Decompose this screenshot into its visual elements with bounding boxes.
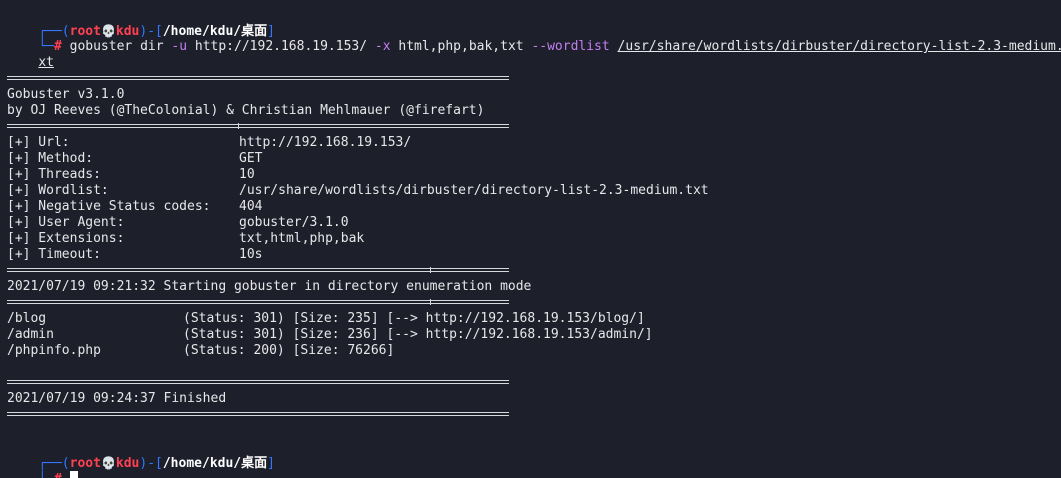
cmd-wordlist-path-wrap: xt [38, 55, 54, 70]
cmd-url: http://192.168.19.153/ [187, 39, 375, 54]
banner-authors: by OJ Reeves (@TheColonial) & Christian … [7, 103, 485, 118]
config-key: [+] Wordlist: [7, 183, 109, 198]
cmd-sub: dir [132, 39, 172, 54]
separator-tick [430, 267, 431, 273]
cmd-flag-u: -u [171, 39, 188, 54]
result-row: /blog (Status: 301) [Size: 235] [--> http… [7, 311, 645, 327]
config-value: GET [239, 151, 263, 166]
separator-rule [7, 76, 509, 80]
prompt-line-top: ┌──(root💀kdu)-[/home/kdu/桌面] [7, 7, 275, 39]
separator-rule [7, 299, 509, 305]
config-row: [+] Extensions: txt,html,php,bak [7, 231, 364, 247]
cmd-flag-x: -x [374, 39, 391, 54]
cmd-space [610, 39, 618, 54]
config-row: [+] Timeout: 10s [7, 247, 262, 263]
prompt-mid: )-[ [139, 456, 163, 471]
prompt-corner-bottom: └─ [38, 472, 54, 478]
separator-rule [7, 380, 509, 384]
config-key: [+] Url: [7, 135, 70, 150]
separator-tick [238, 123, 239, 129]
config-key: [+] Method: [7, 151, 94, 166]
prompt-host: kdu [115, 456, 140, 471]
config-value: http://192.168.19.153/ [239, 135, 412, 150]
config-key: [+] Extensions: [7, 231, 125, 246]
config-value: 404 [239, 199, 263, 214]
config-key: [+] User Agent: [7, 215, 125, 230]
config-value: 10 [239, 167, 255, 182]
cmd-binary: gobuster [69, 39, 133, 54]
prompt-hash: # [53, 39, 62, 54]
cmd-flag-wordlist: --wordlist [531, 39, 610, 54]
config-value: 10s [239, 247, 263, 262]
config-row: [+] Negative Status codes: 404 [7, 199, 262, 215]
result-info: (Status: 301) [Size: 235] [--> http://19… [183, 311, 645, 326]
config-row: [+] Method: GET [7, 151, 262, 167]
config-key: [+] Threads: [7, 167, 101, 182]
skull-icon: 💀 [100, 456, 116, 470]
result-row: /phpinfo.php (Status: 200) [Size: 76266] [7, 343, 394, 359]
config-row: [+] User Agent: gobuster/3.1.0 [7, 215, 349, 231]
prompt-close: ] [267, 456, 275, 471]
config-row: [+] Threads: 10 [7, 167, 255, 183]
prompt-path: /home/kdu/桌面 [162, 456, 268, 471]
config-row: [+] Wordlist: /usr/share/wordlists/dirbus… [7, 183, 709, 199]
config-key: [+] Negative Status codes: [7, 199, 211, 214]
command-line-wrap: xt [7, 39, 54, 70]
result-info: (Status: 200) [Size: 76266] [183, 343, 395, 358]
config-value: /usr/share/wordlists/dirbuster/directory… [239, 183, 709, 198]
start-message: 2021/07/19 09:21:32 Starting gobuster in… [7, 279, 532, 294]
prompt-line-top: ┌──(root💀kdu)-[/home/kdu/桌面] [7, 439, 275, 471]
result-path: /admin [7, 327, 54, 342]
result-info: (Status: 301) [Size: 236] [--> http://19… [183, 327, 653, 342]
result-row: /admin (Status: 301) [Size: 236] [--> htt… [7, 327, 653, 343]
config-value: gobuster/3.1.0 [239, 215, 349, 230]
command-line: └─# gobuster dir -u http://192.168.19.15… [7, 23, 1061, 54]
config-key: [+] Timeout: [7, 247, 101, 262]
text-cursor[interactable] [69, 471, 78, 478]
result-path: /blog [7, 311, 47, 326]
result-path: /phpinfo.php [7, 343, 101, 358]
terminal-window[interactable]: ┌──(root💀kdu)-[/home/kdu/桌面] └─# gobuste… [0, 0, 1061, 478]
separator-rule [7, 123, 509, 129]
config-row: [+] Url: http://192.168.19.153/ [7, 135, 411, 151]
separator-rule [7, 412, 509, 416]
cmd-exts: html,php,bak,txt [390, 39, 532, 54]
config-value: txt,html,php,bak [239, 231, 365, 246]
banner-title: Gobuster v3.1.0 [7, 87, 125, 102]
finish-message: 2021/07/19 09:24:37 Finished [7, 391, 227, 406]
separator-tick [430, 299, 431, 305]
prompt-hash: # [54, 472, 62, 478]
separator-rule [7, 267, 509, 273]
cmd-wordlist-path: /usr/share/wordlists/dirbuster/directory… [617, 39, 1061, 54]
input-line[interactable]: └─# [7, 455, 78, 478]
